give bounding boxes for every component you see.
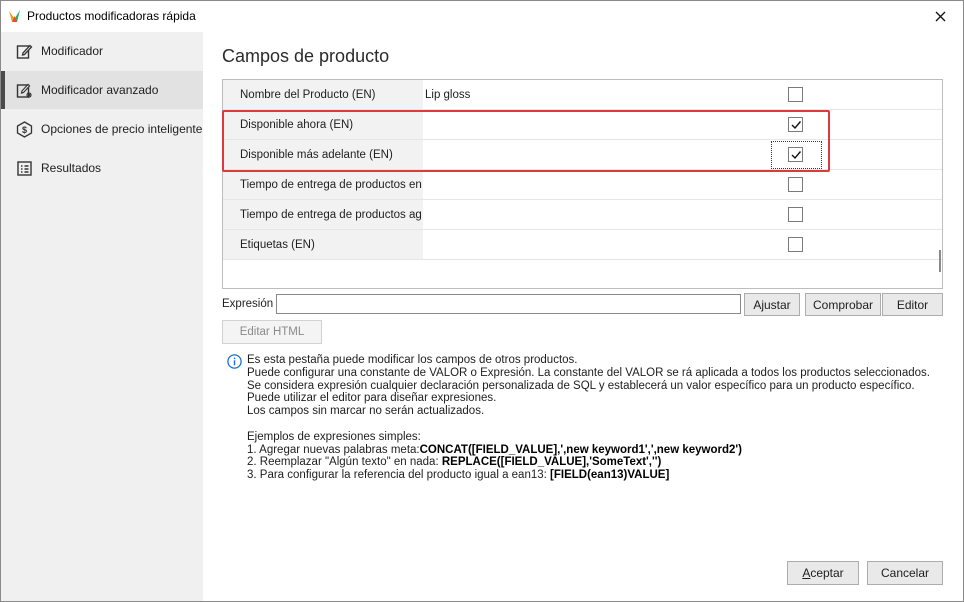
example-code: CONCAT([FIELD_VALUE],',new keyword1',',n…: [419, 443, 742, 456]
table-row: Disponible más adelante (EN): [223, 140, 942, 170]
field-label: Etiquetas (EN): [223, 230, 423, 259]
info-icon: [227, 354, 242, 369]
info-line: Puede configurar una constante de VALOR …: [247, 366, 930, 405]
example-line: 3. Para configurar la referencia del pro…: [247, 469, 670, 482]
sidebar-item-modificador[interactable]: Modificador: [1, 32, 203, 70]
field-value[interactable]: Lip gloss: [425, 80, 765, 109]
field-label: Nombre del Producto (EN): [223, 80, 423, 109]
accept-button[interactable]: Aceptar: [787, 561, 859, 585]
edit-icon: [16, 44, 33, 59]
field-value[interactable]: [425, 200, 765, 229]
grid-scrollbar[interactable]: [939, 250, 941, 272]
table-row: Nombre del Producto (EN) Lip gloss: [223, 80, 942, 110]
checkmark-icon: [791, 121, 802, 130]
comprobar-button[interactable]: Comprobar: [805, 293, 881, 316]
field-checkbox[interactable]: [788, 207, 803, 222]
info-text: Es esta pestaña puede modificar los camp…: [247, 354, 947, 482]
sidebar-item-label: Modificador avanzado: [41, 83, 159, 97]
table-row: Tiempo de entrega de productos ag: [223, 200, 942, 230]
example-code: [FIELD(ean13)VALUE]: [550, 469, 670, 482]
field-checkbox[interactable]: [788, 117, 803, 132]
expression-label: Expresión: [222, 298, 274, 310]
field-checkbox[interactable]: [788, 177, 803, 192]
sidebar-item-label: Opciones de precio inteligente: [41, 122, 203, 136]
page-title: Campos de producto: [222, 46, 390, 66]
info-line: Es esta pestaña puede modificar los camp…: [247, 354, 578, 366]
sidebar-item-label: Resultados: [41, 161, 102, 175]
checkmark-icon: [791, 151, 802, 160]
field-label: Disponible más adelante (EN): [223, 140, 423, 169]
example-line: 2. Reemplazar "Algún texto" en nada: REP…: [247, 456, 662, 469]
svg-text:$: $: [22, 125, 27, 135]
sidebar-item-opciones-precio[interactable]: $ Opciones de precio inteligente: [1, 110, 203, 148]
edit-html-button[interactable]: Editar HTML: [222, 320, 322, 344]
expression-input[interactable]: [276, 294, 741, 314]
window-title: Productos modificadoras rápida: [27, 9, 196, 23]
field-checkbox[interactable]: [788, 147, 803, 162]
field-value[interactable]: [425, 140, 765, 169]
field-checkbox[interactable]: [788, 87, 803, 102]
field-checkbox[interactable]: [788, 237, 803, 252]
example-code: REPLACE([FIELD_VALUE],'SomeText',''): [441, 456, 662, 469]
dialog-window: Productos modificadoras rápida Modificad…: [0, 0, 964, 602]
advanced-edit-icon: [16, 83, 32, 98]
sidebar-item-modificador-avanzado[interactable]: Modificador avanzado: [1, 71, 203, 109]
table-row: Etiquetas (EN): [223, 230, 942, 260]
editor-button[interactable]: Editor: [882, 293, 943, 316]
field-label: Tiempo de entrega de productos ag: [223, 200, 423, 229]
fields-grid: Nombre del Producto (EN) Lip gloss Dispo…: [222, 79, 943, 289]
example-line: 1. Agregar nuevas palabras meta:CONCAT([…: [247, 443, 742, 456]
field-label: Disponible ahora (EN): [223, 110, 423, 139]
field-value[interactable]: [425, 230, 765, 259]
sidebar-item-label: Modificador: [41, 44, 104, 58]
ajustar-button[interactable]: Ajustar: [744, 293, 800, 316]
app-logo-icon: [9, 10, 20, 22]
field-label: Tiempo de entrega de productos en: [223, 170, 423, 199]
title-bar: Productos modificadoras rápida: [1, 1, 963, 32]
price-icon: $: [16, 121, 33, 138]
sidebar: Modificador Modificador avanzado $ Opcio…: [1, 32, 203, 601]
cancel-button[interactable]: Cancelar: [867, 561, 943, 585]
close-icon: [935, 11, 945, 22]
sidebar-item-resultados[interactable]: Resultados: [1, 149, 203, 187]
field-value[interactable]: [425, 110, 765, 139]
field-value[interactable]: [425, 170, 765, 199]
close-button[interactable]: [917, 1, 963, 32]
examples-title: Ejemplos de expresiones simples:: [247, 430, 421, 443]
info-line: Los campos sin marcar no serán actualiza…: [247, 405, 485, 418]
table-row: Disponible ahora (EN): [223, 110, 942, 140]
table-row: Tiempo de entrega de productos en: [223, 170, 942, 200]
results-icon: [17, 161, 32, 176]
